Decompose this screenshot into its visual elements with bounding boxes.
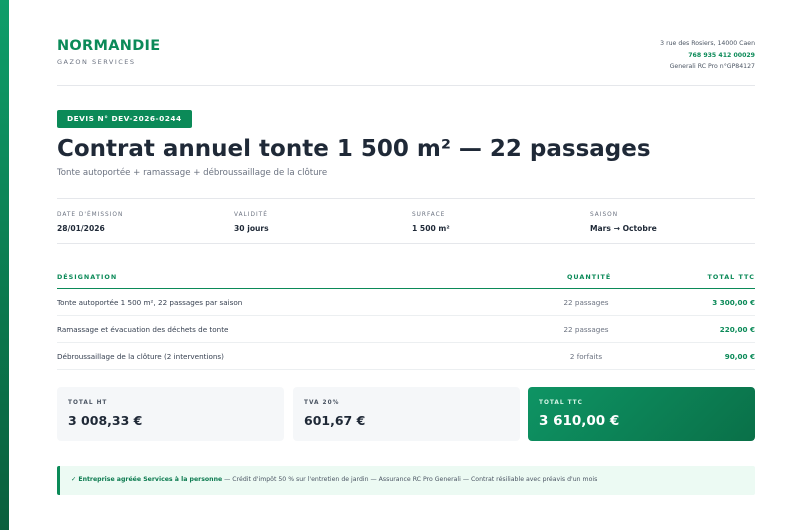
header-designation: DÉSIGNATION bbox=[57, 273, 118, 281]
meta-label: SAISON bbox=[590, 212, 619, 218]
tva-label: TVA 20% bbox=[304, 400, 340, 406]
quote-document: NORMANDIE GAZON SERVICES 3 rue des Rosie… bbox=[57, 0, 755, 530]
certification-notice: ✓ Entreprise agréée Services à la person… bbox=[57, 466, 755, 495]
table-row: Débroussaillage de la clôture (2 interve… bbox=[57, 343, 755, 370]
notice-text: ✓ Entreprise agréée Services à la person… bbox=[71, 476, 597, 483]
meta-season: SAISON Mars → Octobre bbox=[590, 212, 657, 233]
total-ttc-box: TOTAL TTC 3 610,00 € bbox=[528, 387, 755, 441]
document-header: NORMANDIE GAZON SERVICES 3 rue des Rosie… bbox=[57, 38, 755, 86]
quote-subtitle: Tonte autoportée + ramassage + débroussa… bbox=[57, 168, 328, 178]
quote-number-badge: DEVIS N° DEV-2026-0244 bbox=[57, 110, 192, 128]
notice-highlight: ✓ Entreprise agréée Services à la person… bbox=[71, 476, 223, 483]
quote-title: Contrat annuel tonte 1 500 m² — 22 passa… bbox=[57, 136, 651, 162]
total-ht-label: TOTAL HT bbox=[68, 400, 108, 406]
company-phone: 768 935 412 00029 bbox=[688, 51, 755, 59]
row-designation: Tonte autoportée 1 500 m², 22 passages p… bbox=[57, 298, 243, 307]
meta-label: SURFACE bbox=[412, 212, 446, 218]
row-total: 3 300,00 € bbox=[712, 298, 755, 307]
row-designation: Ramassage et évacuation des déchets de t… bbox=[57, 325, 229, 334]
row-designation: Débroussaillage de la clôture (2 interve… bbox=[57, 352, 224, 361]
total-ttc-label: TOTAL TTC bbox=[539, 400, 583, 406]
total-ht-value: 3 008,33 € bbox=[68, 413, 143, 428]
company-contact: 3 rue des Rosiers, 14000 Caen 768 935 41… bbox=[660, 38, 755, 73]
row-quantity: 22 passages bbox=[563, 298, 609, 307]
total-ht-box: TOTAL HT 3 008,33 € bbox=[57, 387, 284, 441]
meta-value: 1 500 m² bbox=[412, 224, 450, 233]
row-total: 220,00 € bbox=[719, 325, 755, 334]
table-row: Ramassage et évacuation des déchets de t… bbox=[57, 316, 755, 343]
meta-surface: SURFACE 1 500 m² bbox=[412, 212, 450, 233]
header-total: TOTAL TTC bbox=[707, 273, 755, 281]
company-subtitle: GAZON SERVICES bbox=[57, 58, 136, 66]
table-header: DÉSIGNATION QUANTITÉ TOTAL TTC bbox=[57, 268, 755, 289]
tva-box: TVA 20% 601,67 € bbox=[293, 387, 520, 441]
company-address: 3 rue des Rosiers, 14000 Caen bbox=[660, 40, 755, 47]
meta-issue-date: DATE D'ÉMISSION 28/01/2026 bbox=[57, 212, 123, 233]
tva-value: 601,67 € bbox=[304, 413, 366, 428]
total-ttc-value: 3 610,00 € bbox=[539, 413, 620, 429]
meta-value: 30 jours bbox=[234, 224, 269, 233]
meta-validity: VALIDITÉ 30 jours bbox=[234, 212, 269, 233]
company-name: NORMANDIE bbox=[57, 38, 161, 54]
company-insurance: Generali RC Pro n°GP84127 bbox=[669, 63, 755, 70]
totals-section: TOTAL HT 3 008,33 € TVA 20% 601,67 € TOT… bbox=[57, 387, 755, 441]
meta-value: 28/01/2026 bbox=[57, 224, 105, 233]
row-quantity: 22 passages bbox=[563, 325, 609, 334]
row-quantity: 2 forfaits bbox=[569, 352, 603, 361]
row-total: 90,00 € bbox=[724, 352, 755, 361]
line-items-table: DÉSIGNATION QUANTITÉ TOTAL TTC Tonte aut… bbox=[57, 268, 755, 370]
notice-details: — Crédit d'impôt 50 % sur l'entretien de… bbox=[222, 476, 598, 483]
header-quantity: QUANTITÉ bbox=[567, 273, 612, 281]
meta-label: DATE D'ÉMISSION bbox=[57, 212, 124, 218]
table-row: Tonte autoportée 1 500 m², 22 passages p… bbox=[57, 289, 755, 316]
meta-label: VALIDITÉ bbox=[234, 212, 268, 218]
meta-value: Mars → Octobre bbox=[590, 224, 657, 233]
quote-meta: DATE D'ÉMISSION 28/01/2026 VALIDITÉ 30 j… bbox=[57, 198, 755, 244]
side-accent-bar bbox=[0, 0, 9, 530]
